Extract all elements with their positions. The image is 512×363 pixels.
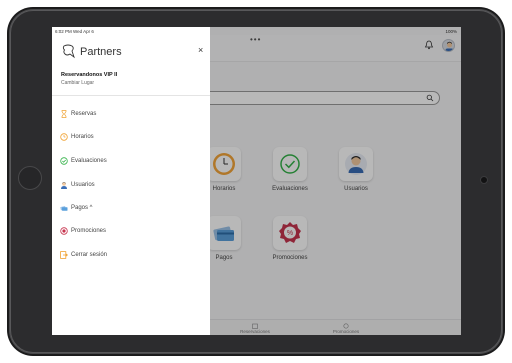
menu-item-label: Cerrar sesión: [71, 252, 108, 258]
menu-item-pagos[interactable]: Pagos ^: [60, 204, 200, 214]
menu-item-label: Horarios: [71, 134, 94, 140]
menu-item-cerrar-sesion[interactable]: Cerrar sesión: [60, 251, 200, 261]
clock-icon: [60, 133, 68, 141]
status-bar: 6:02 PM Wed Apr 6: [52, 27, 210, 36]
hourglass-icon: [61, 110, 67, 118]
logout-icon: [60, 251, 68, 259]
close-icon[interactable]: ×: [198, 46, 203, 55]
front-camera: [480, 176, 488, 184]
brand-name: Partners: [80, 46, 122, 58]
home-button[interactable]: [18, 166, 42, 190]
divider: [52, 95, 210, 96]
menu-item-promociones[interactable]: Promociones: [60, 227, 200, 237]
cards-icon: [60, 206, 68, 211]
screen: 100% ••• Horarios Evaluaciones Usuarios: [52, 27, 461, 335]
menu-item-horarios[interactable]: Horarios: [60, 133, 200, 143]
status-time: 6:02 PM Wed Apr 6: [55, 29, 94, 34]
user-icon: [61, 182, 67, 189]
menu-item-label: Pagos ^: [71, 205, 93, 211]
menu-item-evaluaciones[interactable]: Evaluaciones: [60, 157, 200, 167]
menu-item-label: Evaluaciones: [71, 158, 107, 164]
side-drawer: 6:02 PM Wed Apr 6 Partners × Reservandon…: [52, 27, 210, 335]
change-place-link[interactable]: Cambiar Lugar: [61, 80, 94, 86]
menu-item-label: Reservas: [71, 111, 97, 117]
badge-icon: [60, 227, 68, 235]
menu-item-label: Usuarios: [71, 182, 95, 188]
check-circle-icon: [60, 157, 68, 165]
partners-logo-icon: [62, 44, 75, 59]
menu-item-reservas[interactable]: Reservas: [60, 110, 200, 120]
venue-name: Reservandonos VIP II: [61, 72, 118, 78]
menu-item-usuarios[interactable]: Usuarios: [60, 181, 200, 191]
menu-item-label: Promociones: [71, 228, 107, 234]
